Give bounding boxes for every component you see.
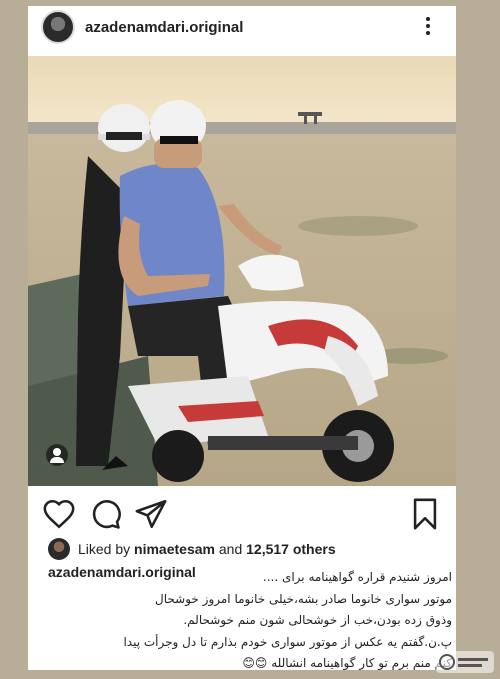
- likes-summary[interactable]: Liked by nimaetesam and 12,517 others: [48, 538, 336, 560]
- heart-icon[interactable]: [42, 497, 76, 531]
- caption-line: پ.ن.گفتم یه عکس از موتور سواری خودم بذار…: [123, 634, 452, 649]
- post-photo[interactable]: [28, 56, 456, 486]
- caption-line: وذوق زده بودن،خب از خوشحالی شون منم خوشح…: [183, 613, 452, 627]
- liker-avatar: [48, 538, 70, 560]
- liked-by-user[interactable]: nimaetesam: [134, 541, 215, 557]
- photo-illustration: [28, 56, 456, 486]
- liked-by-and: and: [218, 541, 243, 557]
- liked-by-prefix: Liked by: [78, 541, 131, 557]
- profile-avatar[interactable]: [41, 10, 75, 44]
- user-tag-icon[interactable]: [46, 444, 68, 466]
- liked-by-count[interactable]: 12,517 others: [246, 541, 336, 557]
- post-header: azadenamdari.original: [28, 6, 456, 48]
- post-actions: [28, 493, 456, 531]
- post-caption: امروز شنیدم قراره گواهینامه برای .... مو…: [42, 567, 452, 670]
- bookmark-icon[interactable]: [408, 497, 442, 531]
- caption-line: کنم منم برم تو کار گواهینامه انشالله 😊😊: [242, 656, 452, 670]
- send-icon[interactable]: [134, 497, 168, 531]
- site-logo-watermark: [436, 651, 494, 673]
- more-options-icon[interactable]: [418, 14, 438, 40]
- caption-line: موتور سواری خانوما صادر بشه،خیلی خانوما …: [155, 591, 452, 606]
- caption-line: امروز شنیدم قراره گواهینامه برای ....: [262, 570, 452, 584]
- post-username[interactable]: azadenamdari.original: [85, 19, 243, 36]
- comment-icon[interactable]: [88, 497, 122, 531]
- instagram-post-card: azadenamdari.original Liked by nimaetesa…: [28, 6, 456, 670]
